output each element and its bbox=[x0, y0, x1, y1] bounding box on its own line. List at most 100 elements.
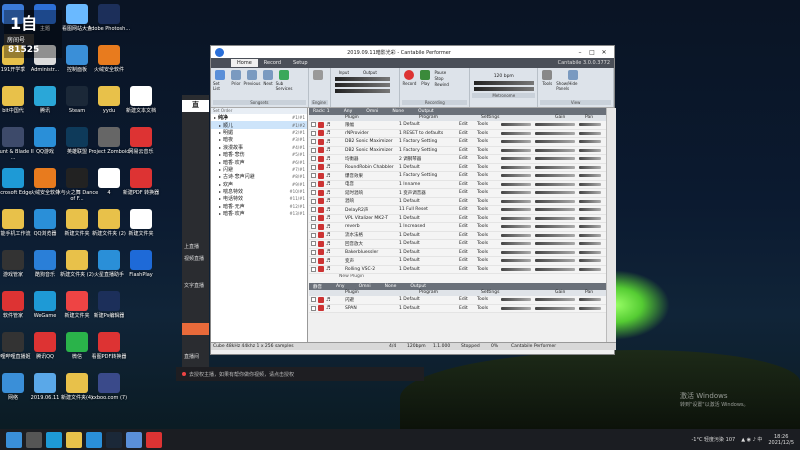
plugin-name[interactable]: 混响 bbox=[345, 198, 354, 204]
plugin-row[interactable]: ♬ 闪避 1 Default Edit Tools bbox=[309, 296, 606, 305]
edit-button[interactable]: Edit bbox=[459, 306, 468, 311]
send-slider[interactable] bbox=[501, 131, 531, 135]
power-icon[interactable] bbox=[318, 249, 324, 256]
gain-slider[interactable] bbox=[535, 157, 575, 161]
desktop-icon[interactable]: FlashPlay bbox=[118, 250, 164, 278]
gain-slider[interactable] bbox=[535, 199, 575, 203]
power-icon[interactable] bbox=[318, 223, 324, 230]
weather-info[interactable]: -1°C 轻度污染 107 bbox=[691, 436, 735, 443]
power-icon[interactable] bbox=[318, 240, 324, 247]
tools-dropdown[interactable]: Tools bbox=[477, 241, 488, 246]
rack2-name[interactable]: 静音 bbox=[313, 284, 322, 290]
start-button[interactable] bbox=[6, 431, 22, 448]
bypass-checkbox[interactable] bbox=[311, 156, 316, 162]
folder-icon[interactable] bbox=[66, 431, 82, 448]
song-item[interactable]: ▸ 喘息特效 #10/#1 bbox=[211, 188, 307, 195]
desktop-icon[interactable]: 新建文件夹 bbox=[118, 209, 164, 237]
tools-dropdown[interactable]: Tools bbox=[477, 233, 488, 238]
next-button[interactable]: Next bbox=[261, 70, 275, 100]
sub-services-button[interactable]: Sub Services bbox=[276, 70, 292, 100]
bypass-checkbox[interactable] bbox=[311, 232, 316, 238]
tools-dropdown[interactable]: Tools bbox=[477, 156, 488, 161]
send-slider[interactable] bbox=[501, 182, 531, 186]
plugin-name[interactable]: 爆音效果 bbox=[345, 173, 363, 179]
plugin-name[interactable]: 延时混响 bbox=[345, 190, 363, 196]
program-name[interactable]: 1 Default bbox=[399, 165, 420, 170]
send-slider[interactable] bbox=[501, 140, 531, 144]
edit-button[interactable]: Edit bbox=[459, 165, 468, 170]
gain-slider[interactable] bbox=[535, 131, 575, 135]
power-icon[interactable] bbox=[318, 296, 324, 303]
edit-button[interactable]: Edit bbox=[459, 131, 468, 136]
edit-button[interactable]: Edit bbox=[459, 224, 468, 229]
send-slider[interactable] bbox=[501, 242, 531, 246]
gain-slider[interactable] bbox=[535, 242, 575, 246]
plugin-name[interactable]: Bakerbluessler bbox=[345, 250, 378, 255]
gain-slider[interactable] bbox=[535, 259, 575, 263]
program-name[interactable]: 1 Default bbox=[399, 306, 420, 311]
rack2-none[interactable]: None bbox=[385, 284, 397, 289]
pan-slider[interactable] bbox=[579, 242, 601, 246]
plugin-row[interactable]: ♬ reverb 1 Increased Edit Tools bbox=[309, 223, 606, 232]
desktop-icon[interactable]: 火绒安全软件 bbox=[86, 45, 132, 73]
close-button[interactable]: ✕ bbox=[598, 49, 610, 56]
program-name[interactable]: 1 RESET to defaults bbox=[399, 131, 443, 136]
gain-slider[interactable] bbox=[535, 165, 575, 169]
gain-slider[interactable] bbox=[535, 148, 575, 152]
rack-omni[interactable]: Omni bbox=[366, 109, 378, 114]
gain-slider[interactable] bbox=[535, 306, 575, 310]
bypass-checkbox[interactable] bbox=[311, 215, 316, 221]
program-name[interactable]: 1 变声调音器 bbox=[399, 190, 426, 196]
bypass-checkbox[interactable] bbox=[311, 181, 316, 187]
program-name[interactable]: 1 Factory Setting bbox=[399, 139, 437, 144]
plugin-name[interactable]: DelayR2声 bbox=[345, 207, 368, 213]
edit-button[interactable]: Edit bbox=[459, 207, 468, 212]
plugin-row[interactable]: ♬ 电音 1 Inname Edit Tools bbox=[309, 181, 606, 189]
tools-dropdown[interactable]: Tools bbox=[477, 182, 488, 187]
bypass-checkbox[interactable] bbox=[311, 164, 316, 170]
program-name[interactable]: 1 Default bbox=[399, 122, 420, 127]
gain-slider[interactable] bbox=[535, 182, 575, 186]
bypass-checkbox[interactable] bbox=[311, 305, 316, 311]
gain-slider[interactable] bbox=[535, 225, 575, 229]
program-name[interactable]: 2 调钢琴器 bbox=[399, 156, 421, 162]
gain-slider[interactable] bbox=[535, 123, 575, 127]
plugin-name[interactable]: DB2 Sonic Maximizer bbox=[345, 148, 393, 153]
rack2-channel[interactable]: Any bbox=[336, 284, 345, 289]
power-icon[interactable] bbox=[318, 181, 324, 188]
rack-channel[interactable]: Any bbox=[344, 109, 353, 114]
tools-dropdown[interactable]: Tools bbox=[477, 199, 488, 204]
plugin-row[interactable]: ♬ 均衡器 2 调钢琴器 Edit Tools bbox=[309, 155, 606, 164]
power-icon[interactable] bbox=[318, 198, 324, 205]
tools-dropdown[interactable]: Tools bbox=[477, 207, 488, 212]
plugin-row[interactable]: ♬ DB2 Sonic Maximizer 1 Factory Setting Edi… bbox=[309, 147, 606, 155]
power-icon[interactable] bbox=[318, 155, 324, 162]
edit-button[interactable]: Edit bbox=[459, 199, 468, 204]
bypass-checkbox[interactable] bbox=[311, 224, 316, 230]
program-name[interactable]: 1 Default bbox=[399, 241, 420, 246]
song-item[interactable]: ▸ 浪漫故事 #4/#1 bbox=[211, 144, 307, 151]
pan-slider[interactable] bbox=[579, 259, 601, 263]
bypass-checkbox[interactable] bbox=[311, 297, 316, 303]
song-item[interactable]: ▸ 暗香·悲伤 #5/#1 bbox=[211, 151, 307, 158]
show-hide-panels-button[interactable]: Show/Hide Panels bbox=[556, 70, 590, 100]
song-item[interactable]: ▸ 暗香·无声 #12/#1 bbox=[211, 203, 307, 210]
edit-button[interactable]: Edit bbox=[459, 173, 468, 178]
gain-slider[interactable] bbox=[535, 216, 575, 220]
bili-live-button[interactable] bbox=[182, 323, 209, 335]
song-item[interactable]: ▸ 古诗·悲声闪避 #8/#1 bbox=[211, 173, 307, 180]
song-item[interactable]: ▸ 暗夜 #3/#1 bbox=[211, 136, 307, 143]
edit-button[interactable]: Edit bbox=[459, 156, 468, 161]
tools-button[interactable]: Tools bbox=[540, 70, 554, 100]
app-icon[interactable] bbox=[146, 431, 162, 448]
edit-button[interactable]: Edit bbox=[459, 139, 468, 144]
gain-slider[interactable] bbox=[535, 250, 575, 254]
send-slider[interactable] bbox=[501, 250, 531, 254]
power-icon[interactable] bbox=[318, 257, 324, 264]
clock[interactable]: 18:26 2021/12/5 bbox=[768, 434, 794, 446]
power-icon[interactable] bbox=[318, 130, 324, 137]
desktop-icon[interactable]: 新建文本文档 bbox=[118, 86, 164, 114]
plugin-name[interactable]: 闪避 bbox=[345, 297, 354, 303]
send-slider[interactable] bbox=[501, 259, 531, 263]
tab-record[interactable]: Record bbox=[258, 59, 287, 67]
